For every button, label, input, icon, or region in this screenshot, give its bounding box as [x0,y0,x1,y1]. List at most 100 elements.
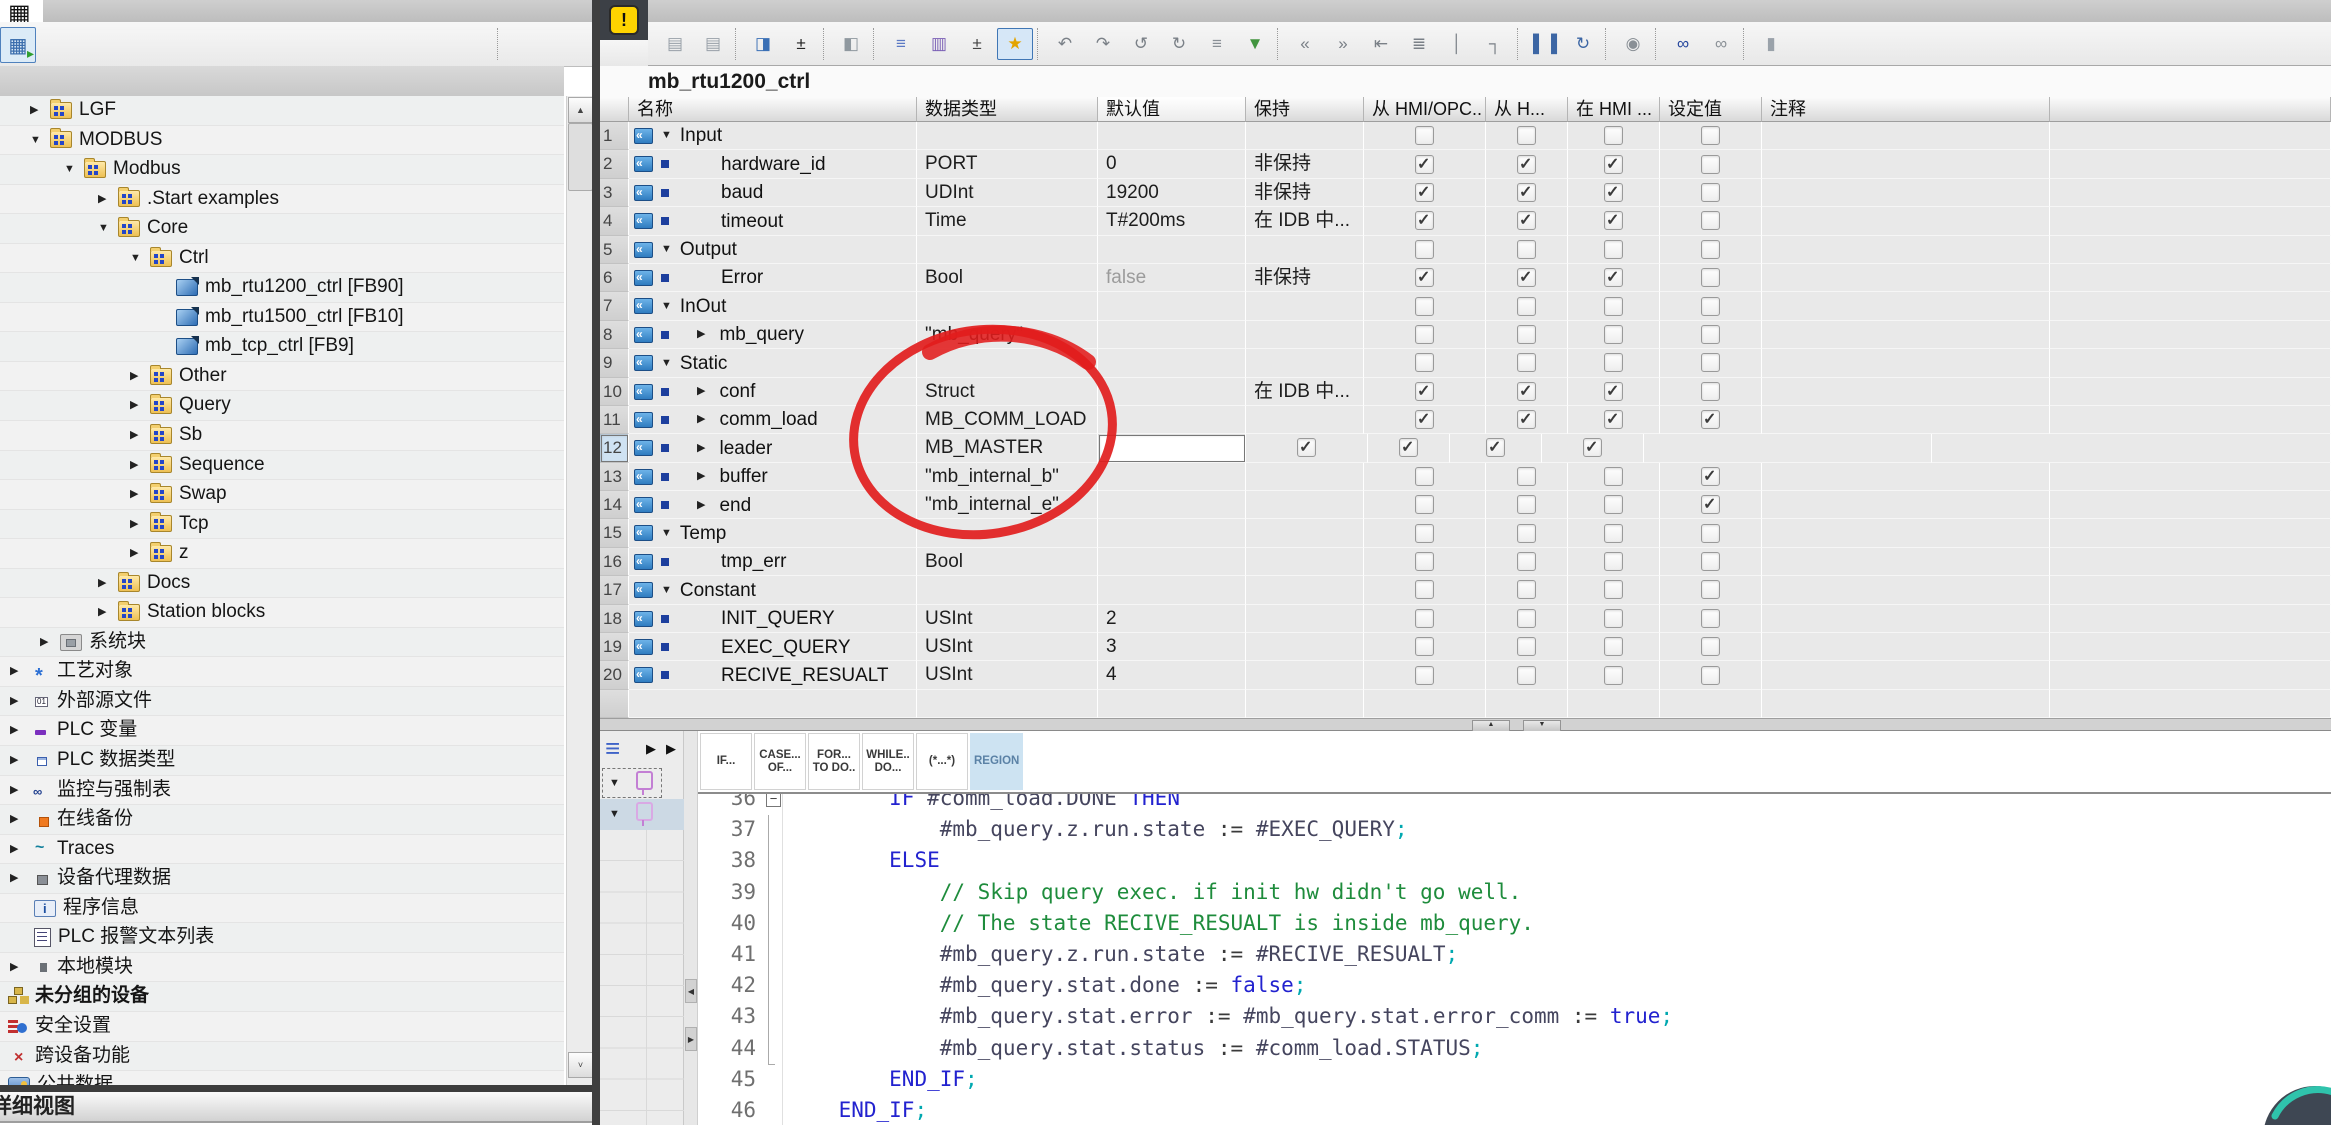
tree-item[interactable]: ▶外部源文件 [0,687,564,717]
row-number[interactable]: 2 [600,150,629,178]
name-cell[interactable]: ▼▶Input [629,122,917,150]
tree-item[interactable]: ▶Tcp [0,510,564,540]
default-value-cell[interactable] [1098,321,1246,349]
floating-overlay-button[interactable] [2255,1078,2331,1125]
margin-scroll-right[interactable]: ▶ [685,1027,697,1051]
fold-marker[interactable] [762,1001,788,1032]
tree-expander-icon[interactable]: ▶ [10,953,26,982]
goto-prev-icon[interactable]: « [1287,28,1323,60]
tree-item[interactable]: ▶本地模块 [0,953,564,983]
setpoint-checkbox[interactable] [1701,382,1720,401]
table-row[interactable]: 10 ▼▶conf Struct 在 IDB 中...▼ [600,378,2331,406]
from-hmi-checkbox[interactable] [1517,183,1536,202]
find-icon[interactable]: ◉ [1615,28,1651,60]
setpoint-checkbox[interactable] [1701,297,1720,316]
in-hmi-checkbox[interactable] [1604,155,1623,174]
separator[interactable] [1517,28,1523,60]
snippet-region[interactable]: REGION [970,733,1023,790]
in-hmi-checkbox[interactable] [1604,524,1623,543]
in-hmi-checkbox[interactable] [1604,495,1623,514]
retain-cell[interactable]: 非保持▼ [1246,150,1364,178]
monitor-on-icon[interactable]: ∞ [1665,28,1701,60]
comment-cell[interactable] [1762,661,2050,689]
collapse-icon[interactable]: ▼ [661,350,672,377]
tree-expander-icon[interactable]: ▶ [10,746,26,775]
hmi-opc-checkbox[interactable] [1415,240,1434,259]
table-row[interactable]: 15 ▼▶Temp ▼ [600,519,2331,547]
scrollbar-thumb[interactable] [568,123,593,191]
name-cell[interactable]: ▼▶Temp [629,519,917,547]
in-hmi-checkbox[interactable] [1604,580,1623,599]
tree-item[interactable]: ▶监控与强制表 [0,776,564,806]
region-collapse-icon[interactable]: ▼ [609,777,620,789]
hmi-opc-checkbox[interactable] [1415,467,1434,486]
in-hmi-checkbox[interactable] [1604,240,1623,259]
datatype-cell[interactable]: USInt [917,605,1098,633]
from-hmi-checkbox[interactable] [1517,524,1536,543]
tree-expander-icon[interactable]: ▶ [10,657,26,686]
retain-cell[interactable]: ▼ [1246,292,1364,320]
hmi-opc-checkbox[interactable] [1415,666,1434,685]
tree-expander-icon[interactable]: ▶ [10,776,26,805]
hmi-opc-checkbox[interactable] [1297,438,1316,457]
datatype-cell[interactable]: Bool [917,264,1098,292]
from-hmi-checkbox[interactable] [1517,637,1536,656]
row-number[interactable]: 14 [600,491,629,519]
comment-cell[interactable] [1762,236,2050,264]
tree-item[interactable]: PLC 报警文本列表 [0,923,564,953]
hmi-opc-checkbox[interactable] [1415,268,1434,287]
row-number[interactable]: 4 [600,207,629,235]
tree-item[interactable]: ▶Other [0,362,564,392]
datatype-cell[interactable]: UDInt [917,179,1098,207]
compile-icon[interactable]: ▼ [1237,28,1273,60]
db-structure-icon[interactable]: ▥ [921,28,957,60]
scl-code-editor[interactable]: ≡ ▶ ▶ ▼ ▼ ◀ ▶ [600,731,2331,1125]
tree-expander-icon[interactable]: ▶ [40,628,56,657]
in-hmi-checkbox[interactable] [1604,268,1623,287]
in-hmi-checkbox[interactable] [1604,552,1623,571]
row-number[interactable]: 8 [600,321,629,349]
from-hmi-checkbox[interactable] [1399,438,1418,457]
table-row[interactable]: 5 ▼▶Output ▼ [600,236,2331,264]
hmi-opc-checkbox[interactable] [1415,183,1434,202]
retain-cell[interactable]: ▼ [1246,122,1364,150]
tree-item[interactable]: ▶设备代理数据 [0,864,564,894]
datatype-cell[interactable] [917,122,1098,150]
expand-members-icon[interactable]: ± [959,28,995,60]
expand-icon[interactable]: ▶ [697,435,705,462]
tree-item[interactable]: ▶在线备份 [0,805,564,835]
tree-item[interactable]: ▶.Start examples [0,185,564,215]
indent-right-icon[interactable]: » [1325,28,1361,60]
retain-cell[interactable]: ▼ [1246,321,1364,349]
in-hmi-checkbox[interactable] [1604,382,1623,401]
tree-expander-icon[interactable]: ▶ [10,716,26,745]
name-cell[interactable]: ▼▶Static [629,349,917,377]
default-value-cell[interactable] [1098,491,1246,519]
comment-cell[interactable] [1762,179,2050,207]
datatype-cell[interactable] [917,576,1098,604]
retain-cell[interactable]: 非保持▼ [1246,264,1364,292]
from-hmi-checkbox[interactable] [1517,325,1536,344]
tree-expander-icon[interactable]: ▶ [130,362,146,391]
from-hmi-checkbox[interactable] [1517,410,1536,429]
fold-marker[interactable] [762,877,788,908]
tree-item[interactable]: ▶Swap [0,480,564,510]
in-hmi-checkbox[interactable] [1604,211,1623,230]
datatype-cell[interactable]: Time [917,207,1098,235]
fold-marker[interactable] [762,1064,788,1095]
row-number[interactable]: 11 [600,406,629,434]
retain-cell[interactable]: ▼ [1246,548,1364,576]
row-number[interactable]: 20 [600,661,629,689]
column-header[interactable]: 名称 [629,97,917,122]
db-lock-icon[interactable]: ▮ [1753,28,1789,60]
tree-item[interactable]: 安全设置 [0,1012,564,1042]
tree-item[interactable]: ▶Docs [0,569,564,599]
margin-scroll-strip[interactable]: ◀ ▶ [684,731,698,1125]
redo-icon[interactable]: ↷ [1085,28,1121,60]
setpoint-checkbox[interactable] [1701,268,1720,287]
name-cell[interactable]: ▼▶leader [629,434,917,462]
name-cell[interactable]: ▼▶mb_query [629,321,917,349]
code-line[interactable]: 37 #mb_query.z.run.state := #EXEC_QUERY; [698,814,2318,845]
column-header[interactable]: 默认值 [1098,97,1246,122]
tree-expander-icon[interactable]: ▼ [130,244,146,273]
